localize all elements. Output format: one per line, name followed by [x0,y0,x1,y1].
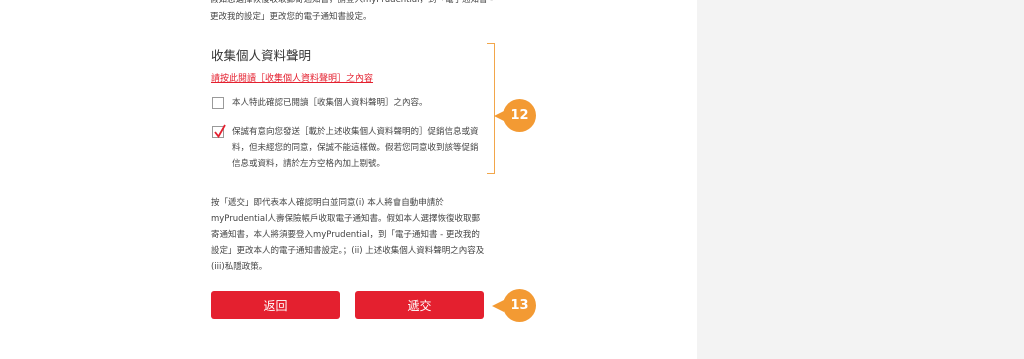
annotation-bracket [487,43,495,174]
marketing-consent-label: 保誠有意向您發送［載於上述收集個人資料聲明的］促銷信息或資料，但未經您的同意，保… [232,127,479,169]
confirm-read-checkbox[interactable] [212,97,224,109]
privacy-section-title: 收集個人資料聲明 [211,48,312,63]
submit-consent-text: 按「遞交」即代表本人確認明白並同意(i) 本人將會自動申請於myPrudenti… [211,198,485,272]
annotation-badge-13: 13 [503,289,536,322]
annotation-badge-12: 12 [503,99,536,132]
submit-button[interactable]: 遞交 [355,291,484,319]
mail-notice-text: 假如您選擇恢復收取郵寄通知書，請登入myPrudential，到「電子通知書 -… [210,0,494,22]
confirm-read-label: 本人特此確認已閱讀［收集個人資料聲明］之內容。 [232,98,428,108]
back-button[interactable]: 返回 [211,291,340,319]
marketing-consent-checkbox[interactable] [212,124,226,139]
side-panel [697,0,1024,359]
privacy-statement-link[interactable]: 請按此閱讀［收集個人資料聲明］之內容 [211,71,373,84]
checkmark-icon [214,124,226,139]
